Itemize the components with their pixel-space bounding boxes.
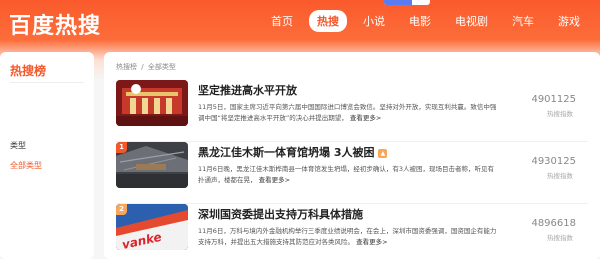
rank-badge: 2 <box>116 204 127 215</box>
hot-list-item[interactable]: 1 黑龙江佳木斯一体育馆坍塌 3人被困 ▲ 11月6日晚，黑龙江佳木斯桦南县一体育… <box>104 114 600 204</box>
vanke-sign-image[interactable]: vanke 2 <box>116 204 188 250</box>
sidebar-type-label: 类型 <box>10 141 26 150</box>
item-description: 11月6日，万科与境内外金融机构举行三季度业绩说明会，在会上，深圳市国资委强调，… <box>198 226 498 248</box>
hot-list-panel: 热搜榜 / 全部类型 坚定推进高水平开放 11月5日，国家主席习近平向第六届中国… <box>104 52 600 259</box>
rank-badge: 1 <box>116 142 127 153</box>
hot-index-value: 4901125 <box>531 94 576 105</box>
sidebar-divider <box>10 82 84 83</box>
hot-index-value: 4896618 <box>531 218 576 229</box>
nav-hot[interactable]: 热搜 <box>309 10 347 32</box>
nav-car[interactable]: 汽车 <box>504 10 542 32</box>
nav-novel[interactable]: 小说 <box>355 10 393 32</box>
nav-movie[interactable]: 电影 <box>401 10 439 32</box>
sidebar: 热搜榜 类型 全部类型 <box>0 52 94 259</box>
sidebar-title: 热搜榜 <box>10 64 47 78</box>
item-title[interactable]: 坚定推进高水平开放 <box>198 82 297 98</box>
item-title-text[interactable]: 黑龙江佳木斯一体育馆坍塌 3人被困 <box>198 146 374 159</box>
baidu-hot-logo[interactable]: 百度热搜 <box>9 8 101 40</box>
tab-scroll-indicator <box>384 0 430 5</box>
item-description-text: 11月6日，万科与境内外金融机构举行三季度业绩说明会，在会上，深圳市国资委强调，… <box>198 227 497 246</box>
hot-index-label: 热搜指数 <box>547 234 573 242</box>
nav-tv[interactable]: 电视剧 <box>447 10 496 32</box>
main-nav: 首页 热搜 小说 电影 电视剧 汽车 游戏 <box>255 10 588 32</box>
item-title[interactable]: 深圳国资委提出支持万科具体措施 <box>198 206 363 222</box>
tab-scroll-indicator-fill <box>384 0 412 5</box>
hot-list-item[interactable]: vanke 2 深圳国资委提出支持万科具体措施 11月6日，万科与境内外金融机构… <box>104 176 600 250</box>
hot-label-icon: ▲ <box>378 148 388 158</box>
sidebar-item-all-types[interactable]: 全部类型 <box>10 160 42 171</box>
nav-home[interactable]: 首页 <box>263 10 301 32</box>
hot-list-item[interactable]: 坚定推进高水平开放 11月5日，国家主席习近平向第六届中国国际进口博览会致信。坚… <box>104 52 600 142</box>
nav-game[interactable]: 游戏 <box>550 10 588 32</box>
top-bar: 百度热搜 首页 热搜 小说 电影 电视剧 汽车 游戏 <box>0 0 600 44</box>
see-more-link[interactable]: 查看更多> <box>356 238 387 246</box>
item-title[interactable]: 黑龙江佳木斯一体育馆坍塌 3人被困 ▲ <box>198 144 388 160</box>
hot-index-value: 4930125 <box>531 156 576 167</box>
